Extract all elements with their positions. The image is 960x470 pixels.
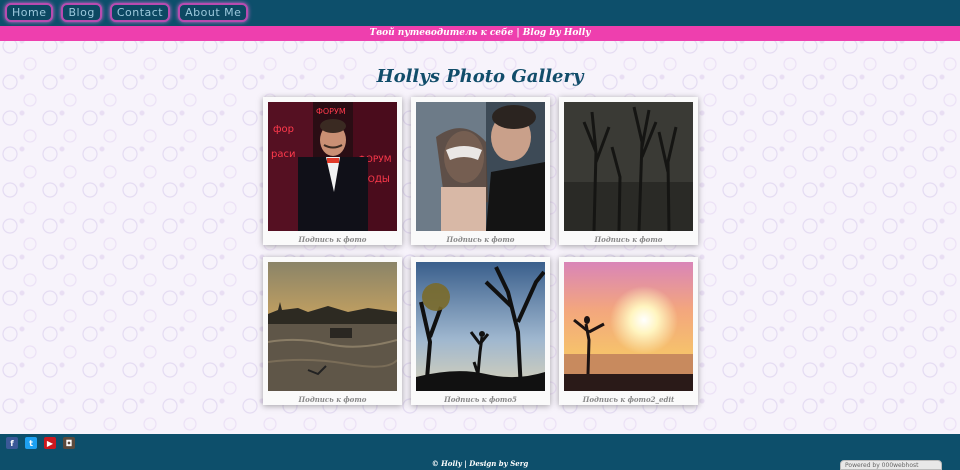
photo-caption: Подпись к фото — [594, 235, 663, 244]
gallery-title: Hollys Photo Gallery — [376, 66, 584, 87]
photo-card[interactable]: Подпись к фото — [559, 97, 698, 245]
photo-grid: фор раси ФОРУМ МОДЫ ФОРУМ Подпись к фото — [263, 97, 699, 405]
powered-by-badge[interactable]: Powered by 000webhost — [840, 460, 942, 470]
main-nav: Home Blog Contact About Me — [0, 0, 960, 22]
nav-home-button[interactable]: Home — [5, 3, 54, 22]
top-navbar: Home Blog Contact About Me — [0, 0, 960, 26]
photo-card[interactable]: Подпись к фото — [263, 257, 402, 405]
photo-man-in-suit[interactable]: фор раси ФОРУМ МОДЫ ФОРУМ — [268, 102, 397, 231]
photo-card[interactable]: фор раси ФОРУМ МОДЫ ФОРУМ Подпись к фото — [263, 97, 402, 245]
photo-silhouette-tree[interactable] — [416, 262, 545, 391]
nav-blog-button[interactable]: Blog — [61, 3, 102, 22]
photo-caption: Подпись к фото — [446, 235, 515, 244]
photo-couple-mask[interactable] — [416, 102, 545, 231]
facebook-icon[interactable]: f — [6, 437, 18, 449]
photo-caption: Подпись к фото5 — [444, 395, 517, 404]
twitter-icon[interactable]: t — [25, 437, 37, 449]
youtube-icon[interactable]: ▶ — [44, 437, 56, 449]
footer-copyright: © Holly | Design by Serg — [431, 459, 529, 468]
photo-dark-trees[interactable] — [564, 102, 693, 231]
nav-about-button[interactable]: About Me — [178, 3, 249, 22]
photo-caption: Подпись к фото — [298, 395, 367, 404]
photo-sunset-sea[interactable] — [268, 262, 397, 391]
tagline-bar: Твой путеводитель к себе | Blog by Holly — [0, 26, 960, 41]
svg-text:раси: раси — [271, 149, 295, 160]
photo-sunset-pier[interactable] — [564, 262, 693, 391]
svg-text:ФОРУМ: ФОРУМ — [316, 107, 346, 116]
svg-text:фор: фор — [273, 124, 294, 135]
photo-caption: Подпись к фото2_edit — [582, 395, 675, 404]
footer: f t ▶ ◘ © Holly | Design by Serg Powered… — [0, 434, 960, 470]
nav-contact-button[interactable]: Contact — [109, 3, 171, 22]
social-links: f t ▶ ◘ — [6, 437, 75, 449]
instagram-icon[interactable]: ◘ — [63, 437, 75, 449]
photo-card[interactable]: Подпись к фото2_edit — [559, 257, 698, 405]
photo-card[interactable]: Подпись к фото5 — [411, 257, 550, 405]
photo-card[interactable]: Подпись к фото — [411, 97, 550, 245]
photo-caption: Подпись к фото — [298, 235, 367, 244]
